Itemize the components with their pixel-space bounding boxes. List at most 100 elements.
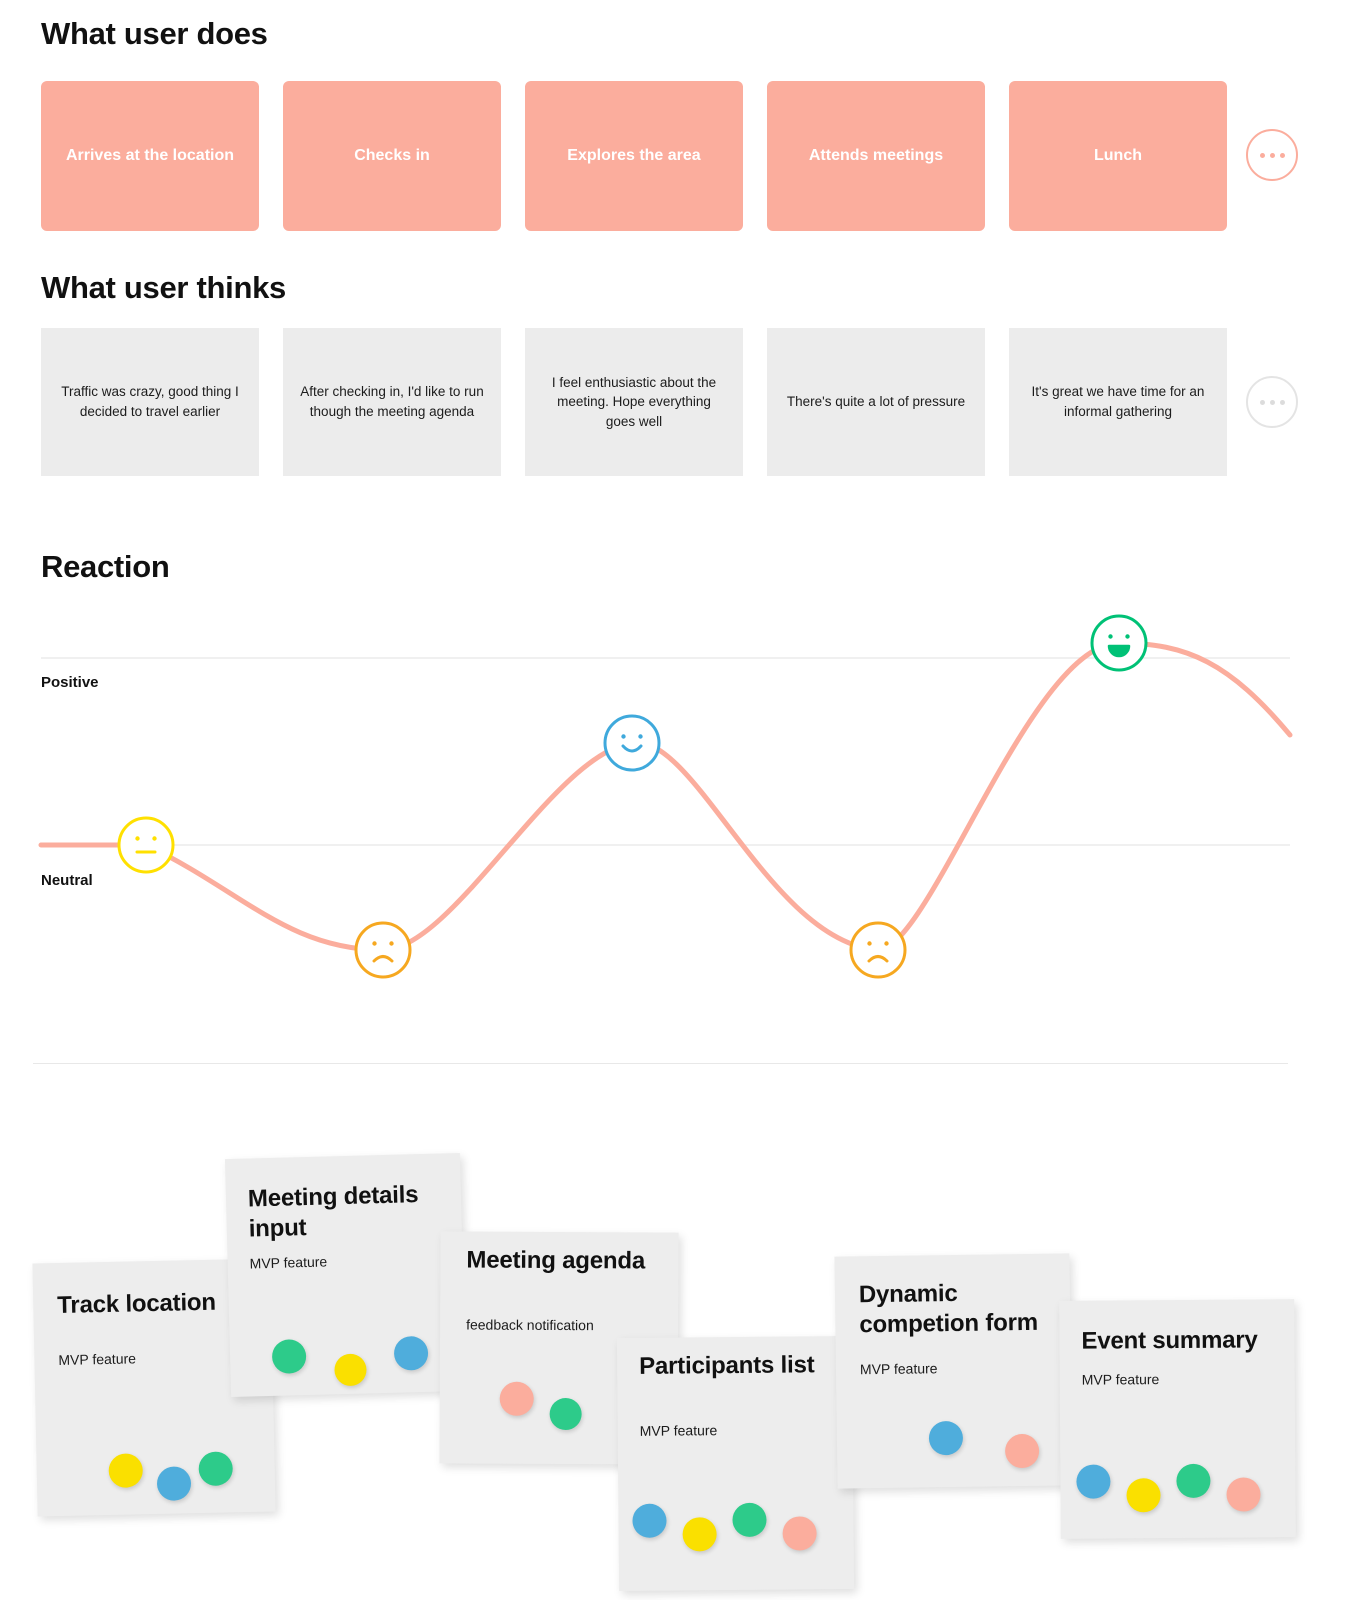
feature-card-dot[interactable] (682, 1517, 717, 1552)
think-card-row: Traffic was crazy, good thing I decided … (41, 328, 1227, 476)
think-card-label: Traffic was crazy, good thing I decided … (61, 384, 239, 419)
feature-card-dot[interactable] (1176, 1463, 1211, 1499)
ellipsis-dot (1259, 399, 1265, 405)
face-outline (117, 816, 175, 874)
face-outline (354, 921, 412, 979)
face-mouth (1107, 644, 1131, 658)
think-card-label: After checking in, I'd like to run thoug… (300, 384, 484, 419)
feature-card-subtitle: feedback notification (466, 1316, 594, 1334)
feature-card-title: Dynamic competion form (858, 1279, 1039, 1339)
action-card-label: Checks in (354, 147, 430, 165)
face-outline (1090, 614, 1148, 672)
action-card-label: Lunch (1094, 147, 1142, 165)
feature-card-dot[interactable] (108, 1453, 144, 1488)
face-eye (389, 941, 394, 946)
action-card[interactable]: Attends meetings (767, 81, 985, 231)
think-card-label: There's quite a lot of pressure (786, 394, 966, 410)
feature-card-dot[interactable] (1076, 1464, 1111, 1499)
feature-card-dot-group (108, 1451, 234, 1502)
add-more-actions-button[interactable] (1246, 129, 1298, 181)
feature-card-dot-group (499, 1381, 582, 1431)
feature-card-subtitle: MVP feature (249, 1253, 328, 1272)
feature-card-dot[interactable] (198, 1451, 234, 1487)
feature-card-dot[interactable] (632, 1503, 667, 1538)
face-eye (372, 941, 377, 946)
think-card[interactable]: I feel enthusiastic about the meeting. H… (525, 328, 743, 476)
action-card-row: Arrives at the location Checks in Explores… (41, 81, 1227, 231)
face-outline (849, 921, 907, 979)
ellipsis-dot (1269, 399, 1275, 405)
ellipsis-dot (1259, 152, 1265, 158)
feature-card-dot[interactable] (499, 1381, 534, 1416)
section-title-what-user-does: What user does (41, 16, 268, 51)
feature-card-dot-group (271, 1335, 429, 1388)
feature-card-subtitle: MVP feature (1081, 1371, 1160, 1388)
feature-card[interactable]: Dynamic competion form MVP feature (834, 1253, 1073, 1489)
face-eye (1108, 634, 1113, 639)
feature-card-title: Meeting details input (247, 1181, 419, 1243)
feature-card-dot[interactable] (1004, 1433, 1040, 1469)
feature-card[interactable]: Meeting details input MVP feature (224, 1152, 467, 1398)
ellipsis-dot (1279, 152, 1285, 158)
action-card-label: Arrives at the location (65, 147, 235, 165)
ellipsis-dot (1269, 152, 1275, 158)
feature-card-dot[interactable] (393, 1335, 429, 1371)
think-card[interactable]: Traffic was crazy, good thing I decided … (41, 328, 259, 476)
think-card[interactable]: It's great we have time for an informal … (1009, 328, 1227, 476)
feature-card-title: Meeting agenda (466, 1246, 646, 1275)
smiling-face-icon[interactable] (603, 714, 661, 772)
feature-card-title: Event summary (1081, 1326, 1258, 1355)
face-eye (621, 734, 626, 739)
face-outline (603, 714, 661, 772)
feature-card-subtitle: MVP feature (58, 1350, 137, 1368)
face-eye (884, 941, 889, 946)
sad-face-icon[interactable] (849, 921, 907, 979)
feature-card-dot[interactable] (928, 1420, 964, 1456)
action-card[interactable]: Lunch (1009, 81, 1227, 231)
feature-card-dot[interactable] (1126, 1478, 1161, 1513)
feature-card-dot-group (1076, 1463, 1261, 1513)
feature-card-subtitle: MVP feature (639, 1422, 718, 1439)
think-card-label: It's great we have time for an informal … (1031, 384, 1205, 419)
feature-card-dot[interactable] (732, 1502, 767, 1538)
reaction-curve-svg (38, 614, 1293, 979)
feature-card-title: Participants list (639, 1351, 815, 1380)
section-title-reaction: Reaction (41, 549, 170, 584)
think-card-label: I feel enthusiastic about the meeting. H… (551, 374, 717, 429)
section-divider (33, 1063, 1288, 1064)
add-more-thoughts-button[interactable] (1246, 376, 1298, 428)
feature-card-subtitle: MVP feature (859, 1360, 938, 1378)
feature-card-dot[interactable] (782, 1516, 817, 1551)
action-card[interactable]: Explores the area (525, 81, 743, 231)
action-card-label: Attends meetings (808, 147, 944, 165)
action-card-label: Explores the area (567, 147, 701, 165)
feature-card[interactable]: Participants list MVP feature (616, 1335, 855, 1592)
face-eye (1125, 634, 1130, 639)
feature-card-dot[interactable] (271, 1339, 307, 1374)
grinning-face-icon[interactable] (1090, 614, 1148, 672)
feature-card-dot[interactable] (549, 1397, 582, 1431)
face-eye (135, 836, 140, 841)
axis-label-neutral: Neutral (41, 872, 93, 889)
ellipsis-dot (1279, 399, 1285, 405)
think-card[interactable]: After checking in, I'd like to run thoug… (283, 328, 501, 476)
feature-card-dot-group (632, 1502, 817, 1552)
reaction-line-series (38, 640, 1293, 953)
face-eye (867, 941, 872, 946)
face-eye (152, 836, 157, 841)
feature-card-dot[interactable] (156, 1466, 192, 1501)
think-card[interactable]: There's quite a lot of pressure (767, 328, 985, 476)
section-title-what-user-thinks: What user thinks (41, 270, 286, 305)
axis-label-positive: Positive (41, 674, 99, 691)
feature-card[interactable]: Event summary MVP feature (1059, 1299, 1296, 1539)
feature-card-dot-group (928, 1420, 1040, 1470)
feature-card-dot[interactable] (1226, 1477, 1261, 1512)
reaction-chart: Positive Neutral (0, 600, 1350, 1070)
neutral-face-icon[interactable] (117, 816, 175, 874)
sad-face-icon[interactable] (354, 921, 412, 979)
face-eye (638, 734, 643, 739)
action-card[interactable]: Arrives at the location (41, 81, 259, 231)
action-card[interactable]: Checks in (283, 81, 501, 231)
feature-card-dot[interactable] (334, 1353, 367, 1387)
journey-map-page: What user does Arrives at the location Ch… (0, 0, 1350, 1600)
